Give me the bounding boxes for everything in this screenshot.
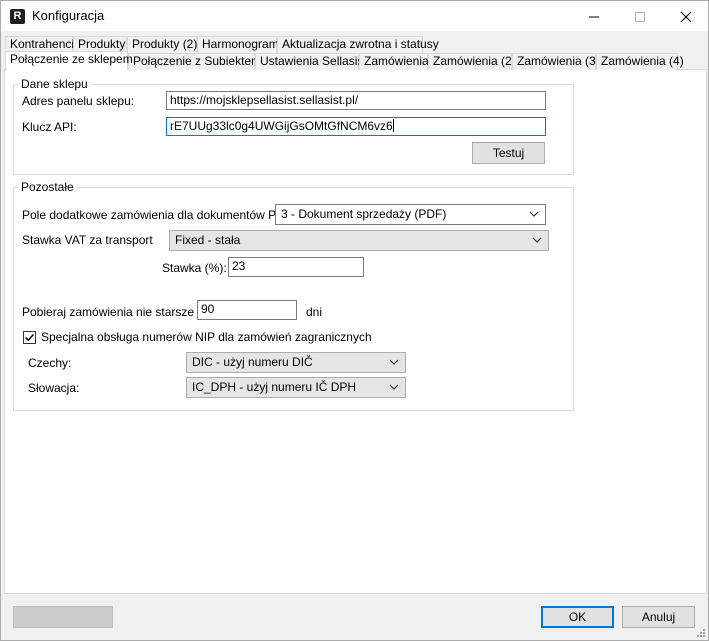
nip-checkbox-label[interactable]: Specjalna obsługa numerów NIP dla zamówi… [41,330,372,344]
tab-produkty-2[interactable]: Produkty (2) [127,36,197,53]
shop-url-label: Adres panelu sklepu: [22,94,135,108]
checkmark-icon [24,333,35,342]
window-title: Konfiguracja [32,8,105,23]
shop-url-field[interactable]: https://mojsklepsellasist.sellasist.pl/ [166,91,546,110]
orders-age-field[interactable]: 90 [197,300,297,320]
title-bar: R Konfiguracja [1,1,708,31]
vat-label: Stawka VAT za transport [22,233,153,247]
configuration-window: R Konfiguracja Kontrahenci Produkty Prod… [0,0,709,641]
orders-age-label: Pobieraj zamówienia nie starsze niż [22,305,213,319]
rate-label: Stawka (%): [162,261,227,275]
slovakia-select[interactable]: IC_DPH - użyj numeru IČ DPH [186,377,406,398]
slovakia-label: Słowacja: [28,381,80,395]
tab-polaczenie-z-subiektem[interactable]: Połączenie z Subiektem [128,53,261,70]
shop-data-group: Dane sklepu Adres panelu sklepu: https:/… [13,77,574,175]
orders-age-unit: dni [306,305,323,319]
api-key-field[interactable]: rE7UUg33lc0g4UWGijGsOMtGfNCM6vz6 [166,117,546,136]
other-group: Pozostałe Pole dodatkowe zamówienia dla … [13,180,574,411]
tab-ustawienia-sellasist[interactable]: Ustawienia Sellasist [255,53,367,70]
chevron-down-icon [389,359,399,365]
maximize-button[interactable] [617,1,663,31]
vat-value: Fixed - stała [175,233,241,247]
tab-zamowienia-3[interactable]: Zamówienia (3) [512,53,600,70]
text-caret [392,119,394,132]
pdf-field-label: Pole dodatkowe zamówienia dla dokumentów… [22,208,296,222]
tab-polaczenie-ze-sklepem[interactable]: Połączenie ze sklepem [5,51,133,71]
api-key-label: Klucz API: [22,120,77,134]
czech-label: Czechy: [28,356,72,370]
api-key-value: rE7UUg33lc0g4UWGijGsOMtGfNCM6vz6 [170,119,393,133]
pdf-field-select[interactable]: 3 - Dokument sprzedaży (PDF) [275,204,546,225]
test-button[interactable]: Testuj [472,142,545,164]
tab-zamowienia-4[interactable]: Zamówienia (4) [596,53,684,70]
shop-data-legend: Dane sklepu [18,77,91,91]
app-icon: R [10,9,25,24]
slovakia-value: IC_DPH - użyj numeru IČ DPH [192,380,357,394]
tab-panel: Dane sklepu Adres panelu sklepu: https:/… [4,69,707,594]
chevron-down-icon [389,384,399,390]
vat-select[interactable]: Fixed - stała [169,230,549,251]
nip-checkbox[interactable] [23,331,36,344]
tab-aktualizacja[interactable]: Aktualizacja zwrotna i statusy [277,36,439,53]
minimize-icon [589,16,599,18]
other-legend: Pozostałe [18,180,77,194]
ok-button[interactable]: OK [541,606,614,628]
resize-grip-icon[interactable] [696,628,706,638]
chevron-down-icon [529,211,539,217]
disabled-button [13,606,113,628]
tab-zamowienia-2[interactable]: Zamówienia (2) [428,53,516,70]
tab-row-2: Połączenie ze sklepem Połączenie z Subie… [5,51,685,71]
pdf-field-value: 3 - Dokument sprzedaży (PDF) [281,207,447,221]
chevron-down-icon [532,237,542,243]
czech-select[interactable]: DIC - użyj numeru DIČ [186,352,406,373]
maximize-icon [635,12,645,23]
close-button[interactable] [663,1,709,31]
tab-harmonogram[interactable]: Harmonogram [197,36,279,53]
close-icon [680,11,692,23]
rate-field[interactable]: 23 [228,257,364,277]
cancel-button[interactable]: Anuluj [622,606,695,628]
tab-zamowienia[interactable]: Zamówienia [359,53,429,70]
czech-value: DIC - użyj numeru DIČ [192,355,313,369]
minimize-button[interactable] [571,1,617,31]
